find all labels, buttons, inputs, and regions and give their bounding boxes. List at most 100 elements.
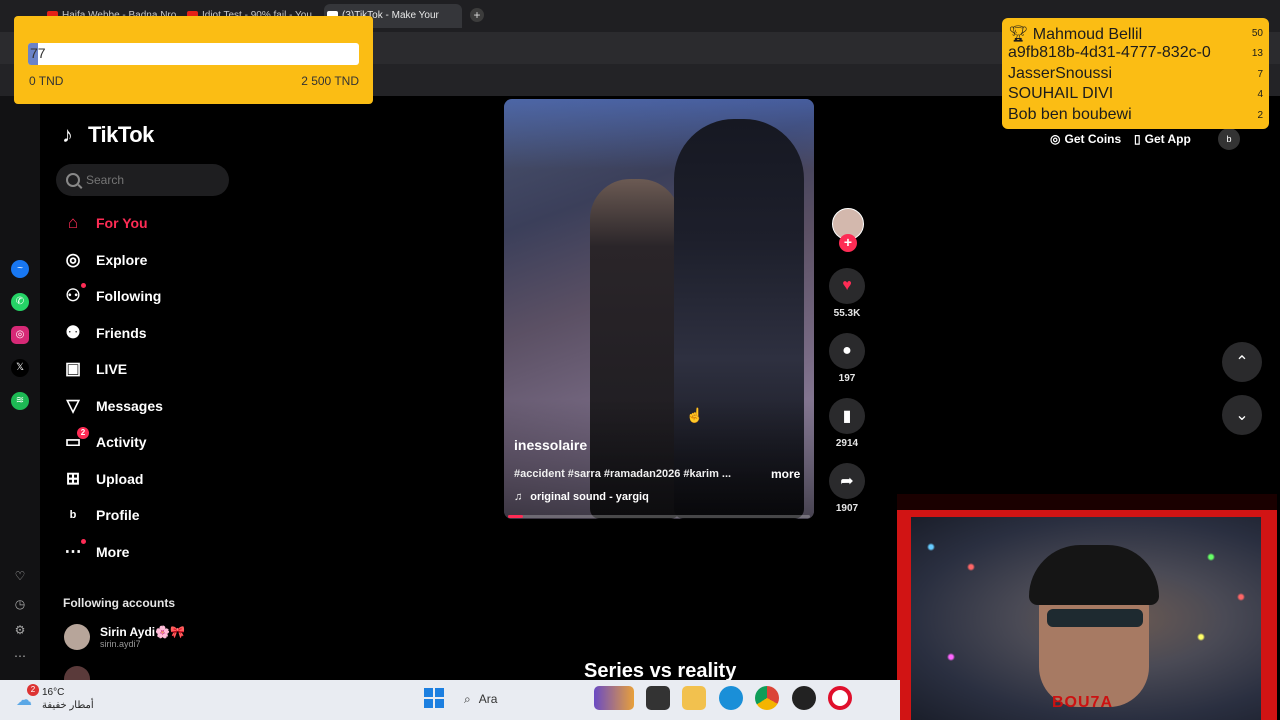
messenger-icon[interactable]: ~ xyxy=(11,260,29,278)
weather-desc: أمطار خفيفة xyxy=(42,700,94,711)
leaderboard-overlay: 🏆︎ Mahmoud Bellil 50 a9fb818b-4d31-4777-8… xyxy=(1002,18,1269,129)
opera-icon[interactable] xyxy=(828,686,852,710)
chrome-icon[interactable] xyxy=(755,686,779,710)
windows-start-icon[interactable] xyxy=(424,688,444,708)
nav-friends[interactable]: ⚉ Friends xyxy=(62,319,146,347)
opera-sidebar: ~ ✆ ◎ 𝕏 ≋ ♡ ◷ ⚙ ⋯ xyxy=(0,96,40,680)
home-icon: ⌂ xyxy=(67,213,79,232)
new-tab-button[interactable]: + xyxy=(470,8,484,22)
history-icon[interactable]: ◷ xyxy=(12,596,28,612)
file-explorer-icon[interactable] xyxy=(682,686,706,710)
caption-more-button[interactable]: more xyxy=(771,467,800,481)
activity-icon: ▭ 2 xyxy=(62,427,89,453)
settings-icon[interactable]: ⚙ xyxy=(12,622,28,638)
avatar xyxy=(64,624,90,650)
nav-activity[interactable]: ▭ 2 Activity xyxy=(62,427,147,456)
share-button[interactable]: ➦ 1907 xyxy=(829,463,865,514)
following-accounts-title: Following accounts xyxy=(63,596,176,610)
notification-dot xyxy=(81,539,86,544)
like-button[interactable]: ♥ 55.3K xyxy=(829,268,865,319)
profile-icon: b xyxy=(69,509,77,521)
obs-icon[interactable] xyxy=(792,686,816,710)
bookmark-icon: ▮ xyxy=(829,398,865,434)
chevron-up-icon: ⌃ xyxy=(1235,354,1249,371)
search-icon: ⌕ xyxy=(464,691,471,706)
goal-current: 77 xyxy=(30,45,46,61)
share-icon: ➦ xyxy=(829,463,865,499)
nav-upload[interactable]: ⊞ Upload xyxy=(62,465,144,493)
following-account[interactable] xyxy=(64,666,184,680)
video-sound[interactable]: ♫ original sound - yargiq xyxy=(514,491,649,503)
get-coins-button[interactable]: ◎ Get Coins xyxy=(1050,128,1121,150)
leaderboard-row: 🏆︎ Mahmoud Bellil 50 xyxy=(1008,26,1263,43)
leaderboard-row: JasserSnoussi 7 xyxy=(1008,65,1263,82)
edge-icon[interactable] xyxy=(719,686,743,710)
compass-icon: ◎ xyxy=(65,250,81,269)
goal-max: 2 500 TND xyxy=(301,74,359,88)
video-progress[interactable] xyxy=(508,515,810,518)
weather-badge: 2 xyxy=(27,684,39,696)
save-button[interactable]: ▮ 2914 xyxy=(829,398,865,449)
nav-messages[interactable]: ▽ Messages xyxy=(62,392,162,420)
nav-more[interactable]: ⋯ More xyxy=(62,538,129,566)
weather-temp: 16°C xyxy=(42,687,65,698)
activity-badge: 2 xyxy=(77,427,89,439)
friends-icon: ⚉ xyxy=(65,323,81,342)
phone-icon: ▯ xyxy=(1134,132,1141,146)
nav-live[interactable]: ▣ LIVE xyxy=(62,355,127,383)
more-icon: ⋯ xyxy=(62,539,86,563)
heart-icon[interactable]: ♡ xyxy=(12,568,28,584)
video-progress-fill xyxy=(508,515,524,518)
goal-bar: 77 xyxy=(28,43,359,65)
scroll-up-button[interactable]: ⌃ xyxy=(1222,342,1262,382)
video-player[interactable] xyxy=(504,99,814,519)
taskbar-widget-icon[interactable] xyxy=(594,686,634,710)
comment-icon: ● xyxy=(829,333,865,369)
more-dots-icon[interactable]: ⋯ xyxy=(12,648,28,664)
nav-following[interactable]: ⚇ Following xyxy=(62,282,161,310)
upload-icon: ⊞ xyxy=(65,469,81,488)
nav-explore[interactable]: ◎ Explore xyxy=(62,246,148,274)
video-author[interactable]: inessolaire xyxy=(514,437,587,453)
music-note-icon: ♫ xyxy=(514,491,523,503)
tiktok-logo[interactable]: ♪ TikTok xyxy=(62,122,154,148)
taskbar-search[interactable]: ⌕ Ara xyxy=(458,686,578,712)
instagram-icon[interactable]: ◎ xyxy=(11,326,29,344)
chevron-down-icon: ⌄ xyxy=(1235,407,1249,424)
search-box[interactable] xyxy=(56,164,229,196)
spotify-icon[interactable]: ≋ xyxy=(11,392,29,410)
following-icon: ⚇ xyxy=(62,283,86,307)
taskview-icon[interactable] xyxy=(646,686,670,710)
leaderboard-row: a9fb818b-4d31-4777-832c-0 13 xyxy=(1008,44,1263,61)
x-icon[interactable]: 𝕏 xyxy=(11,359,29,377)
tiktok-note-icon: ♪ xyxy=(62,122,73,147)
whatsapp-icon[interactable]: ✆ xyxy=(11,293,29,311)
follow-plus-button[interactable]: + xyxy=(839,234,857,252)
comment-button[interactable]: ● 197 xyxy=(829,333,865,384)
nav-for-you[interactable]: ⌂ For You xyxy=(62,209,148,237)
messages-icon: ▽ xyxy=(66,396,80,415)
following-account[interactable]: Sirin Aydi🌸🎀 sirin.aydi7 xyxy=(64,624,185,650)
search-input[interactable] xyxy=(86,173,226,187)
coin-icon: ◎ xyxy=(1050,132,1061,146)
search-icon xyxy=(66,173,80,187)
leaderboard-name-first: 🏆︎ Mahmoud Bellil xyxy=(1008,26,1143,43)
donation-goal-overlay: 77 0 TND 2 500 TND xyxy=(14,16,373,104)
header-avatar[interactable]: b xyxy=(1218,128,1240,150)
leaderboard-row: SOUHAIL DIVI 4 xyxy=(1008,85,1263,102)
live-icon: ▣ xyxy=(64,359,82,378)
webcam-feed xyxy=(911,517,1261,720)
mouse-cursor-icon: ☝ xyxy=(686,407,704,423)
trophy-icon: 🏆︎ xyxy=(1008,26,1033,43)
avatar xyxy=(64,666,90,680)
video-caption[interactable]: #accident #sarra #ramadan2026 #karim ... xyxy=(514,468,754,480)
scroll-down-button[interactable]: ⌄ xyxy=(1222,395,1262,435)
get-app-button[interactable]: ▯ Get App xyxy=(1134,128,1191,150)
streamer-glasses xyxy=(1047,609,1143,627)
leaderboard-row: Bob ben boubewi 2 xyxy=(1008,106,1263,123)
weather-widget[interactable]: ☁ 2 16°C أمطار خفيفة xyxy=(14,684,94,716)
heart-icon: ♥ xyxy=(829,268,865,304)
webcam-name-label: BOU7A xyxy=(1052,694,1114,711)
notification-dot xyxy=(81,283,86,288)
nav-profile[interactable]: b Profile xyxy=(62,501,140,529)
